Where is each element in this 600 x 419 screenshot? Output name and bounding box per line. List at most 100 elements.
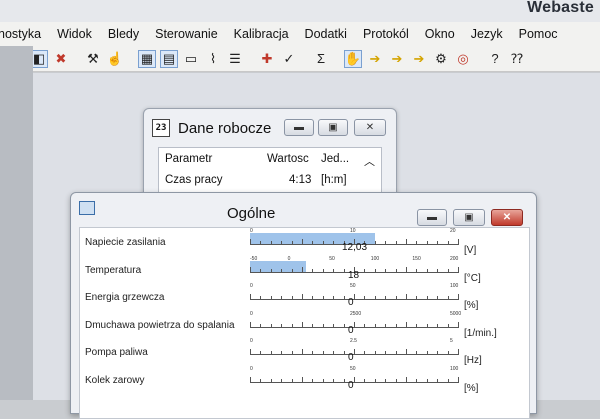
ogolne-minimize-button[interactable]: ▬ bbox=[417, 209, 447, 226]
chart-icon[interactable]: ⌇ bbox=[204, 50, 222, 68]
gauge-tick bbox=[291, 351, 293, 355]
gauge-tick-label: 2.5 bbox=[350, 338, 357, 344]
gauge-tick bbox=[250, 349, 251, 355]
minimize-button[interactable]: ▬ bbox=[284, 119, 314, 136]
gauge-tick bbox=[416, 323, 418, 328]
close-icon: ✕ bbox=[502, 212, 512, 223]
param-value: 12,03 bbox=[342, 242, 368, 253]
gauge-tick-label: 0 bbox=[287, 255, 291, 262]
list-icon[interactable]: ☰ bbox=[226, 50, 244, 68]
gauge-tick bbox=[333, 351, 335, 355]
gauge-tick bbox=[458, 376, 459, 383]
gauge-tick bbox=[302, 266, 303, 273]
gauge-tick bbox=[302, 321, 303, 328]
gauge-tick bbox=[302, 239, 303, 245]
menu-pomoc[interactable]: Pomoc bbox=[511, 27, 566, 41]
gauge-tick bbox=[437, 268, 439, 273]
maximize-icon: ▣ bbox=[328, 122, 338, 133]
menu-widok[interactable]: Widok bbox=[49, 27, 100, 41]
gauge-tick bbox=[343, 378, 345, 383]
gauge-tick-label: -50 bbox=[250, 255, 258, 262]
pump-icon[interactable]: ⚙ bbox=[432, 50, 450, 68]
arrow-warning-icon[interactable]: ➔ bbox=[388, 50, 406, 68]
menu-sterowanie[interactable]: Sterowanie bbox=[147, 27, 226, 41]
param-unit: [1/min.] bbox=[464, 327, 497, 339]
column-header-jednostka[interactable]: Jed... bbox=[321, 153, 349, 165]
gauge-tick bbox=[291, 268, 293, 273]
param-label: Temperatura bbox=[85, 264, 142, 276]
data-grid-icon[interactable]: ▤ bbox=[160, 49, 178, 68]
gauge-tick bbox=[364, 323, 366, 328]
ogolne-maximize-button[interactable]: ▣ bbox=[453, 209, 485, 226]
gauge-tick bbox=[270, 323, 272, 328]
gauge-tick bbox=[385, 378, 387, 383]
gauge-tick bbox=[260, 241, 262, 245]
monitor-icon[interactable]: ▭ bbox=[182, 50, 200, 68]
gauge-tick bbox=[343, 323, 345, 328]
gauge-tick bbox=[406, 349, 407, 355]
column-header-parametr[interactable]: Parametr bbox=[165, 153, 212, 165]
tools-icon[interactable]: ⚒ bbox=[84, 50, 102, 68]
gauge-tick bbox=[395, 241, 397, 245]
gauge-tick bbox=[395, 323, 397, 328]
gauge-tick bbox=[406, 294, 407, 300]
menu-bledy[interactable]: Bledy bbox=[100, 27, 147, 41]
menu-kalibracja[interactable]: Kalibracja bbox=[226, 27, 297, 41]
gauge-tick bbox=[426, 268, 428, 273]
gauge-tick bbox=[458, 294, 459, 300]
gauge-tick bbox=[260, 323, 262, 328]
hand-tool-icon[interactable]: ☝ bbox=[106, 50, 124, 68]
param-unit: [%] bbox=[464, 300, 479, 311]
gauge-tick bbox=[426, 296, 428, 300]
gauge-tick-label: 0 bbox=[250, 283, 253, 289]
arrow-right-icon[interactable]: ➔ bbox=[366, 50, 384, 68]
context-help-icon[interactable]: ⁇ bbox=[508, 50, 526, 68]
table-row[interactable]: Czas pracy 4:13 [h:m] bbox=[165, 172, 375, 190]
menu-okno[interactable]: Okno bbox=[417, 27, 463, 41]
gauge-tick bbox=[250, 321, 251, 328]
gauge-tick bbox=[447, 296, 449, 300]
menu-dodatki[interactable]: Dodatki bbox=[297, 27, 355, 41]
hand-stop-icon[interactable]: ✋ bbox=[344, 49, 362, 68]
dane-robocze-title: Dane robocze bbox=[178, 119, 272, 137]
error-icon[interactable]: ✚ bbox=[258, 50, 276, 68]
gauge-tick-label: 2500 bbox=[350, 310, 362, 317]
menu-protokol[interactable]: Protokól bbox=[355, 27, 417, 41]
gauge-tick bbox=[281, 378, 283, 383]
minimize-icon: ▬ bbox=[294, 122, 304, 133]
gauge-tick-label: 0 bbox=[250, 310, 253, 317]
ogolne-close-button[interactable]: ✕ bbox=[491, 209, 523, 226]
sum-icon[interactable]: Σ bbox=[312, 50, 330, 68]
menu-jezyk[interactable]: Jezyk bbox=[463, 27, 511, 41]
gauge-tick bbox=[302, 349, 303, 355]
gauge-tick-label: 100 bbox=[450, 283, 459, 289]
data-table-icon[interactable]: ▦ bbox=[138, 49, 156, 68]
gauge-tick bbox=[458, 321, 459, 328]
collapse-icon[interactable]: ︿ bbox=[364, 153, 375, 169]
gauge-tick bbox=[416, 296, 418, 300]
gauge-tick bbox=[291, 378, 293, 383]
param-unit: [%] bbox=[464, 382, 479, 394]
gauge-tick bbox=[281, 351, 283, 355]
co2-icon[interactable]: ◎ bbox=[454, 50, 472, 68]
gauge-tick bbox=[385, 296, 387, 300]
close-button[interactable]: ✕ bbox=[354, 119, 386, 136]
gauge-tick bbox=[302, 294, 303, 300]
gauge-tick bbox=[406, 239, 407, 245]
column-header-wartosc[interactable]: Wartosc bbox=[267, 153, 309, 165]
disconnect-icon[interactable]: ✖ bbox=[52, 50, 70, 68]
menu-diagnostyka[interactable]: nostyka bbox=[0, 27, 49, 41]
gauge-tick bbox=[281, 268, 283, 273]
gauge-tick bbox=[406, 321, 407, 328]
close-icon: ✕ bbox=[365, 122, 375, 133]
help-icon[interactable]: ? bbox=[486, 50, 504, 68]
arrow-warning2-icon[interactable]: ➔ bbox=[410, 50, 428, 68]
gauge-tick bbox=[343, 351, 345, 355]
toolbar: ◧ ✖ ⚒ ☝ ▦ ▤ ▭ ⌇ ☰ ✚ ✓ Σ ✋ ➔ ➔ ➔ ⚙ ◎? ⁇ bbox=[0, 46, 600, 72]
gauge-tick bbox=[437, 351, 439, 355]
gauge-tick-label: 10 bbox=[350, 228, 356, 234]
gauge-tick bbox=[426, 378, 428, 383]
check-icon[interactable]: ✓ bbox=[280, 50, 298, 68]
gauge-tick bbox=[437, 241, 439, 245]
maximize-button[interactable]: ▣ bbox=[318, 119, 348, 136]
